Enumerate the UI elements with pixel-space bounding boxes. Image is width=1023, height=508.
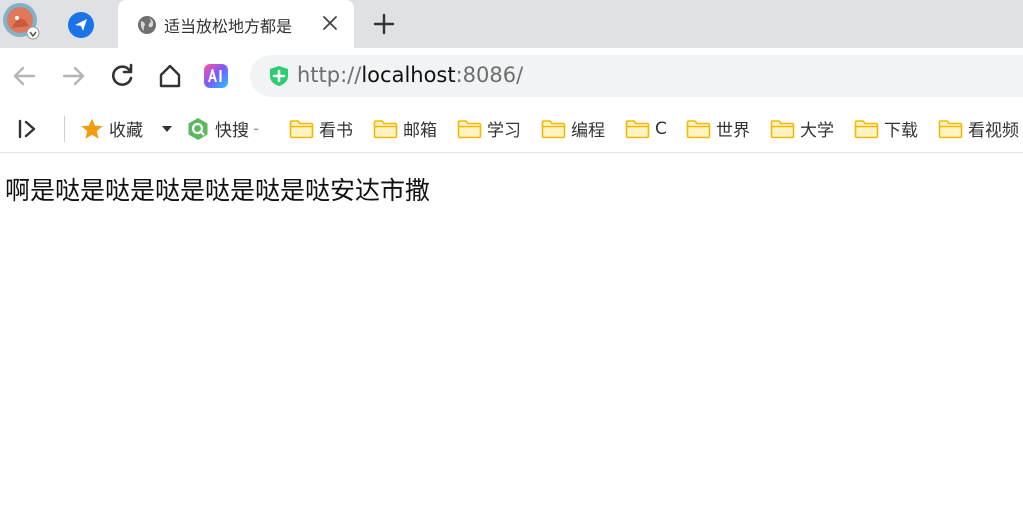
bookmark-folder[interactable]: C xyxy=(625,104,667,153)
bookmark-folder-label: 看视频 xyxy=(968,121,1019,141)
bookmark-folder[interactable]: 看视频 xyxy=(938,104,1019,153)
tab-strip: 适当放松地方都是 xyxy=(0,0,1023,49)
folder-icon xyxy=(457,119,482,138)
bookmark-folder[interactable]: 下载 xyxy=(854,104,918,153)
bookmark-folder-label: 下载 xyxy=(884,121,918,141)
bookmark-folder[interactable]: 编程 xyxy=(541,104,605,153)
page-body-text: 啊是哒是哒是哒是哒是哒是哒安达市撒 xyxy=(5,176,431,205)
ai-assistant-icon[interactable] xyxy=(202,62,230,90)
security-shield-icon[interactable] xyxy=(268,65,290,87)
bookmark-quicksearch-label: 快搜 xyxy=(215,121,249,141)
bookmark-folder[interactable]: 看书 xyxy=(289,104,353,153)
url-scheme: http:// xyxy=(297,63,362,87)
reload-icon[interactable] xyxy=(108,62,136,90)
url-host: localhost xyxy=(361,63,456,87)
favorites-dropdown-caret-icon[interactable] xyxy=(161,124,173,134)
bookmark-folder-label: 邮箱 xyxy=(403,121,437,141)
url-text[interactable]: http://localhost:8086/ xyxy=(297,63,523,87)
bookmark-folder[interactable]: 大学 xyxy=(770,104,834,153)
folder-icon xyxy=(854,119,879,138)
url-port-path: :8086/ xyxy=(455,63,524,87)
bookmark-quicksearch[interactable]: 快搜 - xyxy=(186,104,259,153)
back-arrow-icon[interactable] xyxy=(10,62,38,90)
folder-icon xyxy=(770,119,795,138)
sidebar-toggle-icon[interactable] xyxy=(15,117,41,141)
tab-title: 适当放松地方都是 xyxy=(164,17,293,36)
folder-icon xyxy=(625,119,650,138)
folder-icon xyxy=(541,119,566,138)
home-icon[interactable] xyxy=(156,62,184,90)
bookmark-folder-label: 大学 xyxy=(800,121,834,141)
active-tab[interactable]: 适当放松地方都是 xyxy=(118,0,354,49)
bookmark-folder-label: 编程 xyxy=(571,121,605,141)
bookmark-folder[interactable]: 世界 xyxy=(686,104,750,153)
folder-icon xyxy=(686,119,711,138)
address-bar[interactable]: http://localhost:8086/ xyxy=(250,55,1023,97)
bookmark-folder-label: 世界 xyxy=(716,121,750,141)
quicksearch-logo-icon xyxy=(188,117,208,140)
bookmark-favorites-label: 收藏 xyxy=(109,121,143,141)
bookmarks-bar: 收藏 快搜 - 看书 邮箱 学习 编程 C 世界 大学 下载 看视频 xyxy=(0,104,1023,153)
folder-icon xyxy=(938,119,963,138)
bookmark-quicksearch-suffix: - xyxy=(253,118,260,139)
bookmarks-divider xyxy=(64,116,65,142)
folder-icon xyxy=(373,119,398,138)
bookmark-folder[interactable]: 邮箱 xyxy=(373,104,437,153)
folder-icon xyxy=(289,119,314,138)
globe-icon xyxy=(138,16,156,34)
star-icon xyxy=(81,118,103,139)
pinned-tab-navigation-icon[interactable] xyxy=(66,10,96,40)
bookmark-folder-label: 学习 xyxy=(487,121,521,141)
bookmark-folder[interactable]: 学习 xyxy=(457,104,521,153)
new-tab-plus-icon[interactable] xyxy=(372,12,396,36)
bookmark-folder-label: C xyxy=(655,118,667,139)
navigation-toolbar: http://localhost:8086/ xyxy=(0,48,1023,104)
bookmark-favorites[interactable]: 收藏 xyxy=(80,104,143,153)
close-tab-icon[interactable] xyxy=(320,13,340,33)
bookmark-folder-label: 看书 xyxy=(319,121,353,141)
page-content: 啊是哒是哒是哒是哒是哒是哒安达市撒 xyxy=(0,154,1023,508)
profile-avatar-icon[interactable] xyxy=(2,2,40,40)
forward-arrow-icon[interactable] xyxy=(60,62,88,90)
